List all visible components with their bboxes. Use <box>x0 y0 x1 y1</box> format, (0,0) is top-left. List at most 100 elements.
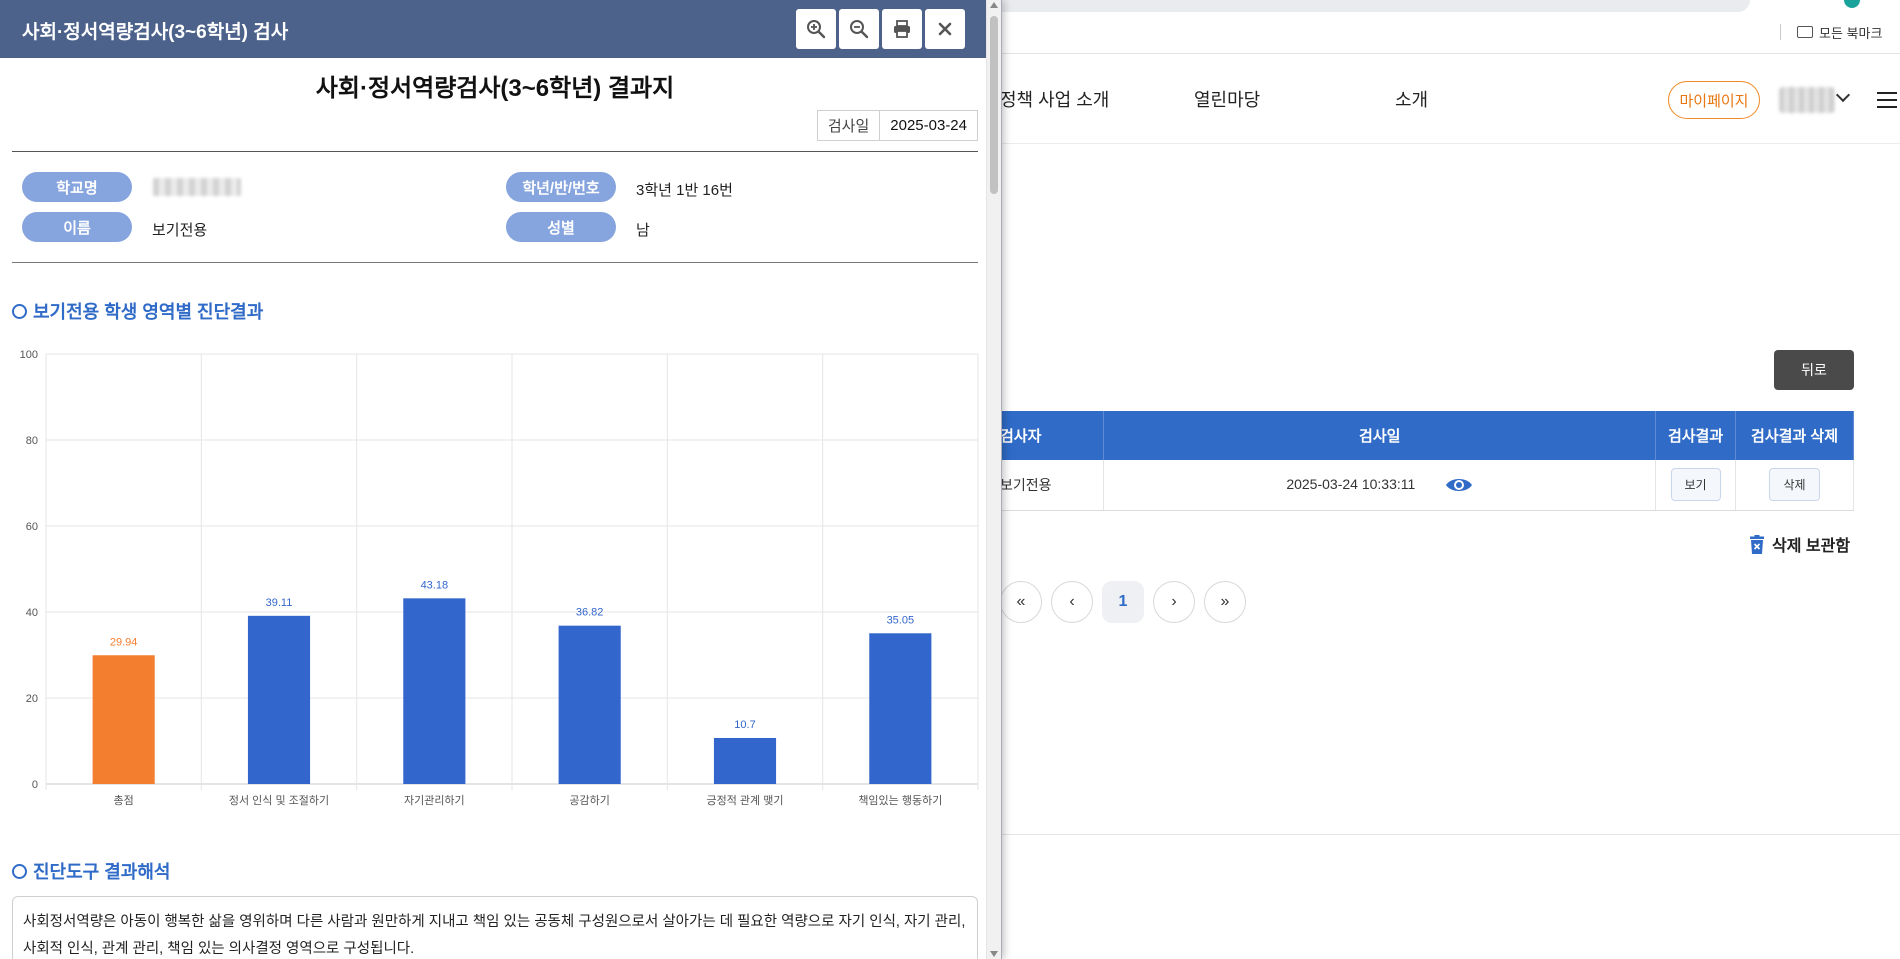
close-button[interactable] <box>925 9 965 49</box>
col-tester: 검사자 <box>1000 411 1105 460</box>
school-name-label: 학교명 <box>22 172 132 202</box>
trash-icon <box>1750 534 1764 554</box>
section-interpretation-title: 진단도구 결과해석 <box>33 862 171 882</box>
cell-view: 보기 <box>1655 460 1737 511</box>
content-divider <box>1000 834 1900 835</box>
browser-toolbar-icons <box>1750 0 1900 12</box>
exam-date-value: 2025-03-24 <box>890 117 967 134</box>
x-tick-label: 긍정적 관계 맺기 <box>707 794 784 807</box>
grade-class-number-value: 3학년 1반 16번 <box>636 182 733 199</box>
y-tick-label: 80 <box>26 435 38 447</box>
col-result: 검사결과 <box>1655 411 1737 460</box>
page-last-button[interactable]: » <box>1204 581 1246 623</box>
circle-bullet-icon <box>12 303 27 319</box>
interpretation-text: 사회정서역량은 아동이 행복한 삶을 영위하며 다른 사람과 원만하게 지내고 … <box>23 914 966 957</box>
user-name-blurred[interactable] <box>1779 87 1835 113</box>
section-interpretation: 진단도구 결과해석 <box>12 858 170 884</box>
circle-bullet-icon <box>12 863 27 879</box>
view-result-button[interactable]: 보기 <box>1670 468 1721 502</box>
gender-value: 남 <box>636 222 650 239</box>
nav-item-board[interactable]: 열린마당 <box>1194 86 1260 112</box>
scroll-up-arrow-icon[interactable] <box>990 2 998 8</box>
back-button[interactable]: 뒤로 <box>1774 350 1854 390</box>
y-tick-label: 0 <box>32 779 38 791</box>
result-table: 검사자 검사일 검사결과 검사결과 삭제 보기전용 2025-03-24 10:… <box>1000 411 1854 511</box>
bookmark-separator <box>1780 24 1781 40</box>
interpretation-text-box: 사회정서역량은 아동이 행복한 삶을 영위하며 다른 사람과 원만하게 지내고 … <box>12 896 978 959</box>
result-document: 사회·정서역량검사(3~6학년) 결과지 검사일 2025-03-24 학교명 … <box>12 58 979 959</box>
x-tick-label: 자기관리하기 <box>404 793 465 807</box>
x-tick-label: 책임있는 행동하기 <box>858 793 942 807</box>
eye-icon[interactable] <box>1445 476 1473 494</box>
bar-value-label: 36.82 <box>576 607 604 619</box>
zoom-out-button[interactable] <box>839 9 879 49</box>
bar-value-label: 29.94 <box>110 636 138 648</box>
name-label: 이름 <box>22 212 132 242</box>
site-navigation: 정책 사업 소개 열린마당 소개 <box>1000 54 1900 144</box>
bar[interactable] <box>403 598 466 784</box>
bar-value-label: 39.11 <box>266 597 293 609</box>
nav-item-policy[interactable]: 정책 사업 소개 <box>1000 86 1109 112</box>
trash-bin-link[interactable]: 삭제 보관함 <box>1750 532 1850 556</box>
cell-delete: 삭제 <box>1735 460 1854 511</box>
bar-value-label: 35.05 <box>887 614 915 626</box>
bar[interactable] <box>713 737 777 784</box>
cell-tester: 보기전용 <box>1000 460 1105 511</box>
section-diagnosis-results: 보기전용 학생 영역별 진단결과 <box>12 298 263 324</box>
hamburger-menu-icon[interactable] <box>1877 92 1897 108</box>
browser-address-bar[interactable] <box>980 0 1750 12</box>
bar-value-label: 43.18 <box>421 579 449 591</box>
bookmarks-bar[interactable]: 모든 북마크 <box>1780 18 1900 46</box>
y-tick-label: 60 <box>26 521 38 533</box>
bar[interactable] <box>247 615 311 784</box>
col-date: 검사일 <box>1103 411 1657 460</box>
page-prev-button[interactable]: ‹ <box>1051 581 1093 623</box>
delete-result-button[interactable]: 삭제 <box>1769 468 1820 502</box>
y-tick-label: 40 <box>26 607 38 619</box>
zoom-in-icon <box>807 20 826 39</box>
bar-value-label: 10.7 <box>734 719 755 731</box>
table-row: 보기전용 2025-03-24 10:33:11 보기 삭제 <box>1000 460 1854 511</box>
trash-bin-label: 삭제 보관함 <box>1772 538 1851 555</box>
gender-label: 성별 <box>506 212 616 242</box>
name-value: 보기전용 <box>152 222 208 239</box>
info-divider <box>12 262 978 263</box>
cell-date: 2025-03-24 10:33:11 <box>1103 460 1657 511</box>
all-bookmarks-label: 모든 북마크 <box>1819 25 1883 41</box>
table-header-row: 검사자 검사일 검사결과 검사결과 삭제 <box>1000 411 1854 460</box>
print-button[interactable] <box>882 9 922 49</box>
bar[interactable] <box>869 633 932 784</box>
mypage-button[interactable]: 마이페이지 <box>1668 81 1760 119</box>
scroll-down-arrow-icon[interactable] <box>990 951 998 957</box>
popup-header: 사회·정서역량검사(3~6학년) 검사 <box>0 0 1001 58</box>
grade-class-number-label: 학년/반/번호 <box>506 172 616 202</box>
exam-date-box: 검사일 2025-03-24 <box>816 110 978 141</box>
x-tick-label: 정서 인식 및 조절하기 <box>229 793 329 807</box>
y-tick-label: 20 <box>26 693 38 705</box>
popup-scrollbar-thumb[interactable] <box>990 16 998 194</box>
zoom-in-button[interactable] <box>796 9 836 49</box>
cell-date-text: 2025-03-24 10:33:11 <box>1286 475 1416 492</box>
x-tick-label: 총점 <box>114 794 134 807</box>
domain-score-bar-chart: 0 20 40 60 80 100 29.94 총점 39.11 정서 인식 및 조절하기 43.1… <box>20 349 979 807</box>
bar[interactable] <box>558 625 621 784</box>
col-delete: 검사결과 삭제 <box>1735 411 1854 460</box>
result-popup-window: 사회·정서역량검사(3~6학년) 검사 사회·정서역량검사(3~6학년) 결과지… <box>0 0 1002 959</box>
zoom-out-icon <box>850 20 869 39</box>
exam-date-label: 검사일 <box>818 111 881 140</box>
document-title: 사회·정서역량검사(3~6학년) 결과지 <box>315 75 675 102</box>
school-name-blurred <box>153 178 241 196</box>
bar[interactable] <box>92 655 155 784</box>
page-next-button[interactable]: › <box>1153 581 1195 623</box>
profile-icon[interactable] <box>1844 0 1860 8</box>
section-diagnosis-title: 보기전용 학생 영역별 진단결과 <box>33 302 264 322</box>
popup-title: 사회·정서역량검사(3~6학년) 검사 <box>22 22 289 43</box>
y-tick-label: 100 <box>20 349 38 361</box>
nav-item-about[interactable]: 소개 <box>1395 86 1428 112</box>
print-icon <box>894 20 910 38</box>
header-divider <box>12 151 978 152</box>
page-first-button[interactable]: « <box>1000 581 1042 623</box>
page-1-button[interactable]: 1 <box>1102 581 1144 623</box>
close-icon <box>938 22 952 36</box>
folder-icon <box>1797 26 1813 38</box>
